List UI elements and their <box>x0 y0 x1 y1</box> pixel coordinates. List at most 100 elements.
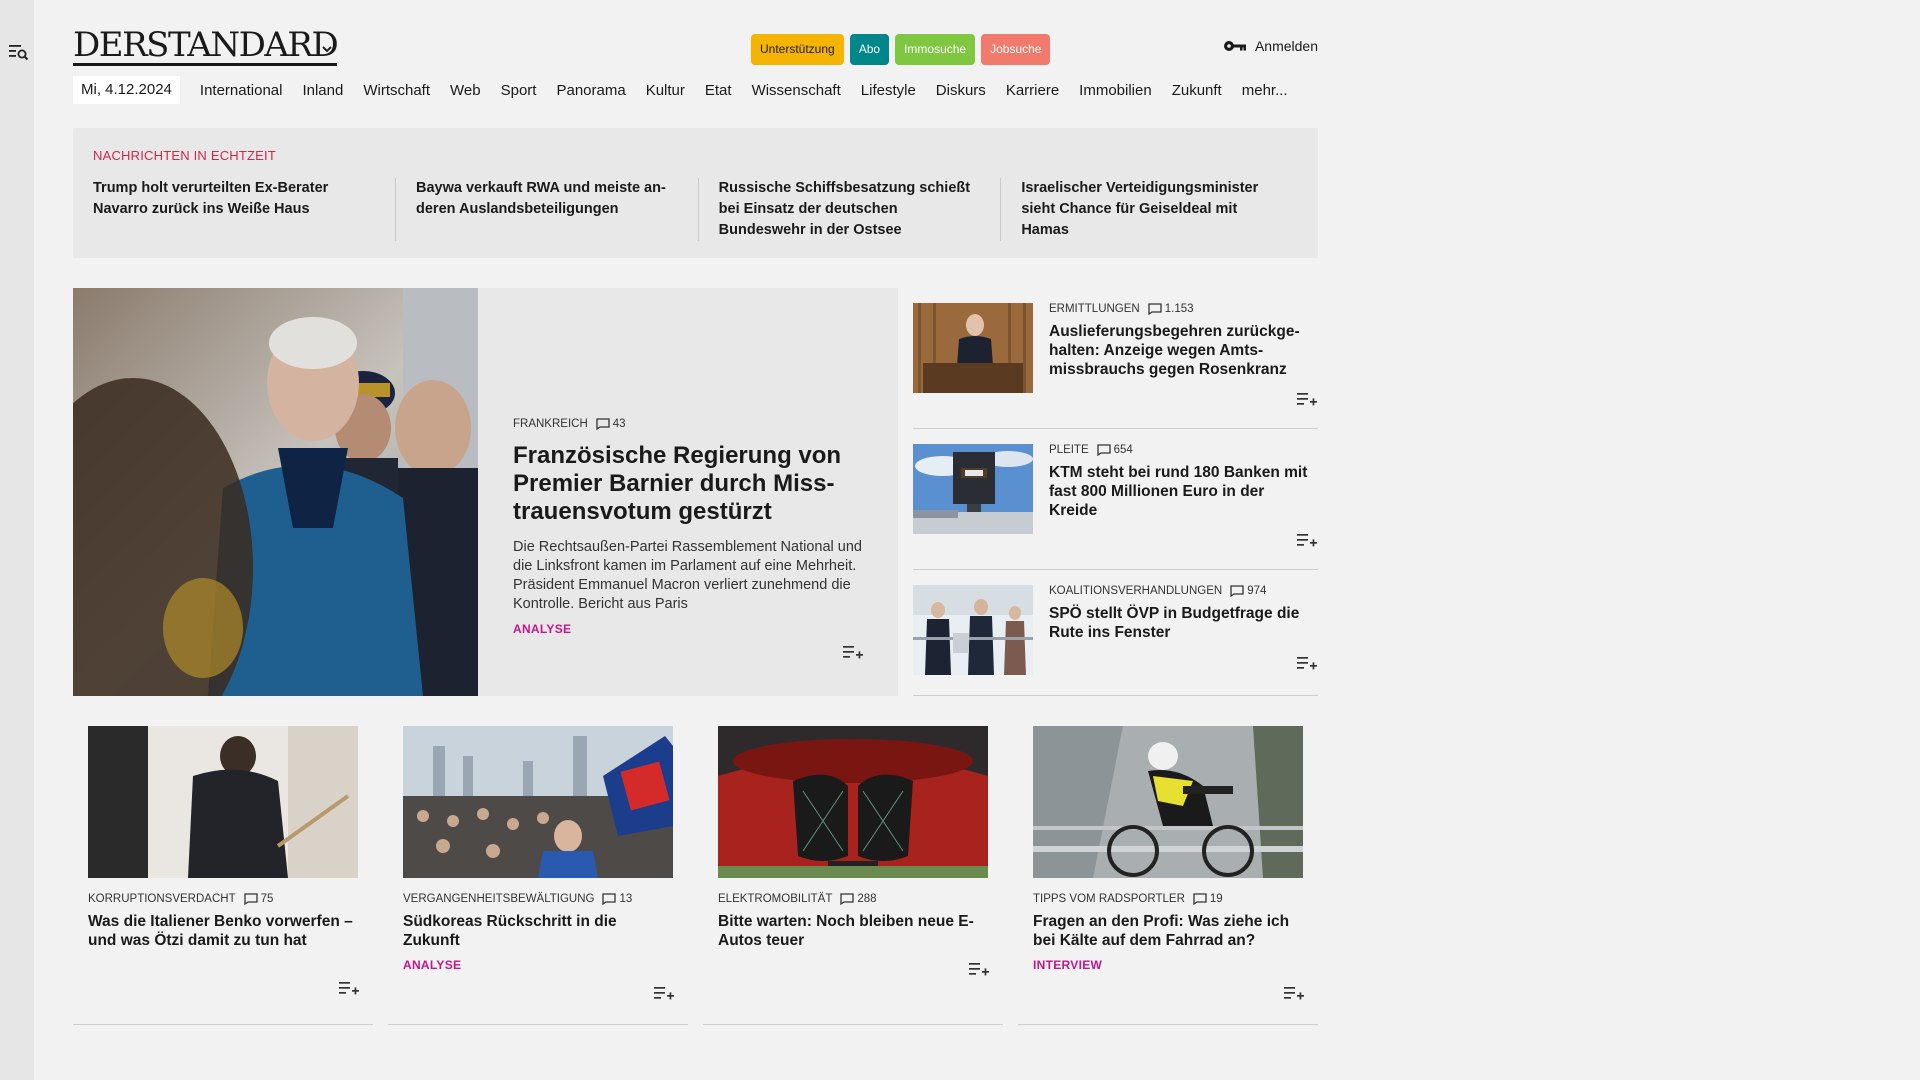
article-image[interactable] <box>718 726 988 878</box>
article-kicker[interactable]: FRANKREICH <box>513 418 588 430</box>
article-tag: ANALYSE <box>513 622 572 636</box>
ticker-item[interactable]: Russische Schiffsbesatzung schießt bei E… <box>697 178 1001 241</box>
comment-count[interactable]: 75 <box>243 893 274 905</box>
article-image[interactable] <box>1033 726 1303 878</box>
nav-item-kultur[interactable]: Kultur <box>646 82 685 99</box>
article-body: ELEKTROMOBILITÄT 288 Bitte warten: Noch … <box>718 893 990 950</box>
nav-item-etat[interactable]: Etat <box>705 82 732 99</box>
article-title[interactable]: KTM steht bei rund 180 Banken mit fast 8… <box>1049 463 1314 520</box>
login-label: Anmelden <box>1254 38 1318 54</box>
article-card: KORRUPTIONSVERDACHT 75 Was die Italiener… <box>73 726 373 1025</box>
comment-count-value: 288 <box>857 893 877 905</box>
add-to-list-icon[interactable] <box>1297 391 1317 407</box>
main-nav: Mi, 4.12.2024 International Inland Wirts… <box>73 76 1308 104</box>
comment-count-value: 75 <box>260 893 274 905</box>
nav-item-lifestyle[interactable]: Lifestyle <box>861 82 916 99</box>
comment-count-value: 19 <box>1209 893 1223 905</box>
comment-icon <box>602 893 617 905</box>
article-image[interactable] <box>88 726 358 878</box>
add-to-list-icon[interactable] <box>1284 985 1304 1001</box>
add-to-list-icon[interactable] <box>1297 532 1317 548</box>
comment-count[interactable]: 288 <box>840 893 877 905</box>
article-grid: KORRUPTIONSVERDACHT 75 Was die Italiener… <box>73 726 1318 1025</box>
article-kicker[interactable]: KOALITIONSVERHANDLUNGEN <box>1049 585 1222 597</box>
ticker-items: Trump holt verurteilten Ex-Berater Navar… <box>93 178 1303 241</box>
article-kicker[interactable]: ERMITTLUNGEN <box>1049 303 1140 315</box>
header: DERSTANDARD Unterstützung Abo Immosuche … <box>73 0 1318 72</box>
comment-count[interactable]: 654 <box>1096 444 1133 456</box>
nav-item-wissenschaft[interactable]: Wissenschaft <box>752 82 841 99</box>
add-to-list-icon[interactable] <box>654 985 674 1001</box>
lead-article-title[interactable]: Französische Regierung von Premier Barni… <box>513 442 863 526</box>
article-body: ERMITTLUNGEN 1.153 Auslieferungsbegehren… <box>1049 303 1314 379</box>
nav-item-inland[interactable]: Inland <box>302 82 343 99</box>
article-tag: INTERVIEW <box>1033 958 1103 972</box>
article-body: KORRUPTIONSVERDACHT 75 Was die Italiener… <box>88 893 360 950</box>
article-card: TIPPS VOM RADSPORTLER 19 Fragen an den P… <box>1018 726 1318 1025</box>
article-kicker[interactable]: KORRUPTIONSVERDACHT <box>88 893 236 905</box>
comment-count[interactable]: 43 <box>596 418 626 430</box>
article-title[interactable]: Auslieferungsbegehren zurückge­halten: A… <box>1049 322 1314 379</box>
comment-count[interactable]: 974 <box>1230 585 1266 597</box>
nav-item-mehr[interactable]: mehr... <box>1242 82 1288 99</box>
article-image[interactable] <box>913 444 1033 534</box>
article-title[interactable]: Südkoreas Rückschritt in die Zukunft <box>403 912 675 950</box>
nav-item-sport[interactable]: Sport <box>501 82 537 99</box>
login-button[interactable]: Anmelden <box>1223 38 1318 54</box>
ticker-item[interactable]: Trump holt verurteilten Ex-Berater Navar… <box>93 178 395 241</box>
article-title[interactable]: Fragen an den Profi: Was ziehe ich bei K… <box>1033 912 1305 950</box>
nav-item-panorama[interactable]: Panorama <box>556 82 625 99</box>
list-item: ERMITTLUNGEN 1.153 Auslieferungsbegehren… <box>913 288 1318 429</box>
article-image[interactable] <box>913 303 1033 393</box>
comment-icon <box>1193 893 1207 905</box>
abo-button[interactable]: Abo <box>849 34 890 65</box>
article-card: VERGANGENHEITSBEWÄLTIGUNG 13 Südkoreas R… <box>388 726 688 1025</box>
support-button[interactable]: Unterstützung <box>751 34 844 65</box>
add-to-list-icon[interactable] <box>969 961 989 977</box>
comment-icon <box>840 893 855 905</box>
article-card: ELEKTROMOBILITÄT 288 Bitte warten: Noch … <box>703 726 1003 1025</box>
article-title[interactable]: Was die Italiener Benko vorwerfen – und … <box>88 912 360 950</box>
article-title[interactable]: SPÖ stellt ÖVP in Budgetfrage die Rute i… <box>1049 604 1314 642</box>
jobsuche-button[interactable]: Jobsuche <box>981 34 1051 65</box>
nav-item-zukunft[interactable]: Zukunft <box>1172 82 1222 99</box>
chevron-down-icon[interactable] <box>319 41 335 57</box>
nav-item-web[interactable]: Web <box>450 82 481 99</box>
service-pills: Unterstützung Abo Immosuche Jobsuche <box>751 34 1051 65</box>
article-kicker[interactable]: TIPPS VOM RADSPORTLER <box>1033 893 1185 905</box>
comment-count[interactable]: 1.153 <box>1148 303 1194 315</box>
side-article-list: ERMITTLUNGEN 1.153 Auslieferungsbegehren… <box>913 288 1318 696</box>
nav-item-karriere[interactable]: Karriere <box>1006 82 1059 99</box>
comment-count-value: 654 <box>1113 444 1133 456</box>
article-meta: VERGANGENHEITSBEWÄLTIGUNG 13 <box>403 893 675 905</box>
comment-icon <box>243 893 258 905</box>
ticker-item[interactable]: Baywa verkauft RWA und meiste an­deren A… <box>395 178 698 241</box>
immosuche-button[interactable]: Immosuche <box>895 34 976 65</box>
add-to-list-icon[interactable] <box>339 980 359 996</box>
nav-item-diskurs[interactable]: Diskurs <box>936 82 986 99</box>
nav-item-wirtschaft[interactable]: Wirtschaft <box>363 82 430 99</box>
comment-count[interactable]: 13 <box>602 893 632 905</box>
add-to-list-icon[interactable] <box>843 644 863 660</box>
nav-item-international[interactable]: International <box>200 82 283 99</box>
list-item: PLEITE 654 KTM steht bei rund 180 Banken… <box>913 429 1318 570</box>
article-kicker[interactable]: VERGANGENHEITSBEWÄLTIGUNG <box>403 893 594 905</box>
site-logo[interactable]: DERSTANDARD <box>73 28 339 66</box>
nav-item-immobilien[interactable]: Immobilien <box>1079 82 1152 99</box>
article-image[interactable] <box>403 726 673 878</box>
comment-icon <box>1148 303 1162 315</box>
article-image[interactable] <box>913 585 1033 675</box>
article-kicker[interactable]: PLEITE <box>1049 444 1089 456</box>
search-menu-icon[interactable] <box>9 43 29 61</box>
article-meta: ERMITTLUNGEN 1.153 <box>1049 303 1314 315</box>
add-to-list-icon[interactable] <box>1297 655 1317 671</box>
lead-article-image[interactable] <box>73 288 478 696</box>
comment-count[interactable]: 19 <box>1193 893 1223 905</box>
comment-count-value: 974 <box>1247 585 1267 597</box>
article-title[interactable]: Bitte warten: Noch bleiben neue E-Autos … <box>718 912 990 950</box>
page: DERSTANDARD Unterstützung Abo Immosuche … <box>73 0 1318 1025</box>
article-body: TIPPS VOM RADSPORTLER 19 Fragen an den P… <box>1033 893 1305 972</box>
live-ticker: NACHRICHTEN IN ECHTZEIT Trump holt verur… <box>73 128 1318 258</box>
ticker-item[interactable]: Israelischer Verteidigungsminister sieht… <box>1000 178 1303 241</box>
article-kicker[interactable]: ELEKTROMOBILITÄT <box>718 893 832 905</box>
